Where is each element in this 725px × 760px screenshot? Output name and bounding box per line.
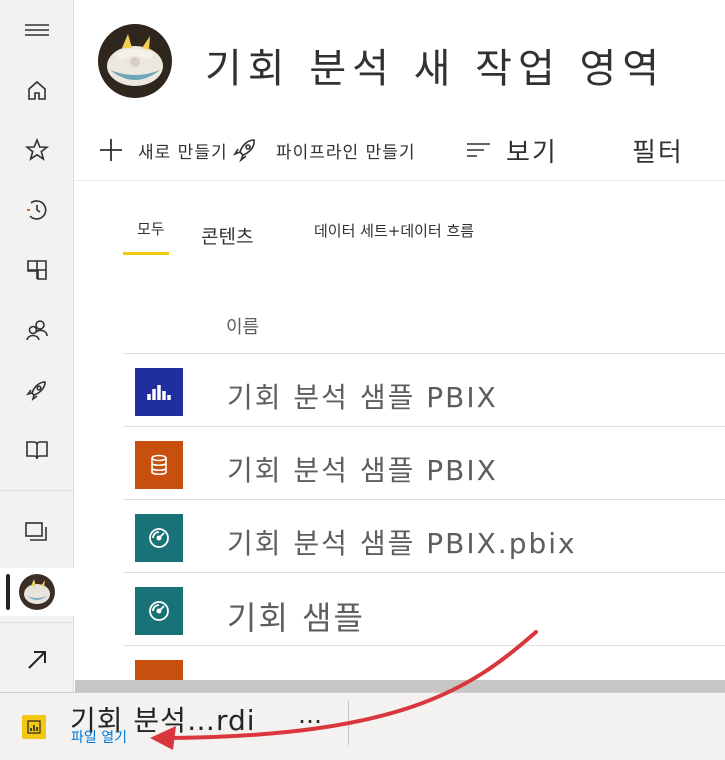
workspaces-icon[interactable] bbox=[0, 508, 74, 556]
create-pipeline-label: 파이프라인 만들기 bbox=[276, 142, 416, 163]
new-button-label: 새로 만들기 bbox=[138, 142, 228, 163]
deployment-rocket-icon[interactable] bbox=[0, 366, 74, 414]
more-options-button[interactable]: … bbox=[298, 701, 323, 729]
item-name[interactable]: 기회 분석 샘플 PBIX.pbix bbox=[227, 522, 577, 562]
item-name[interactable]: 기회 분석 샘플 PBIX bbox=[227, 376, 498, 416]
pbix-file-icon bbox=[22, 715, 46, 739]
list-item[interactable]: 기회 분석 샘플 PBIX bbox=[123, 426, 725, 499]
workspace-toolbar: 새로 만들기 파이프라인 만들기 보기 필터 bbox=[98, 130, 725, 174]
rail-divider bbox=[0, 490, 74, 491]
item-name[interactable]: 기회 분석 샘플 PBIX bbox=[227, 449, 498, 489]
dashboard-icon bbox=[135, 587, 183, 635]
column-header-name[interactable]: 이름 bbox=[226, 313, 259, 339]
apps-grid-icon[interactable] bbox=[0, 246, 74, 294]
list-item[interactable]: 기회 분석 샘플 PBIX bbox=[123, 353, 725, 426]
favorites-star-icon[interactable] bbox=[0, 126, 74, 174]
view-button[interactable]: 보기 bbox=[466, 130, 558, 170]
view-lines-icon bbox=[467, 143, 490, 157]
get-data-arrow-icon[interactable] bbox=[0, 636, 74, 684]
tab-datasets-dataflows[interactable]: 데이터 세트+데이터 흐름 bbox=[314, 220, 474, 241]
left-nav-rail bbox=[0, 0, 74, 692]
home-icon[interactable] bbox=[0, 66, 74, 114]
open-file-link[interactable]: 파일 열기 bbox=[71, 727, 127, 747]
learn-book-icon[interactable] bbox=[0, 426, 74, 474]
current-workspace-avatar[interactable] bbox=[0, 568, 74, 616]
dataset-icon bbox=[135, 660, 183, 680]
list-item[interactable]: 기회 샘플 bbox=[123, 572, 725, 645]
list-item[interactable] bbox=[123, 645, 725, 680]
download-bar-divider bbox=[348, 701, 349, 745]
tab-all[interactable]: 모두 bbox=[137, 218, 165, 239]
tab-all-underline bbox=[123, 252, 169, 255]
app-root: 기회 분석 새 작업 영역 새로 만들기 파이프라인 만들기 보기 필터 모두 … bbox=[0, 0, 725, 760]
rail-divider-2 bbox=[0, 622, 74, 623]
create-pipeline-button[interactable]: 파이프라인 만들기 bbox=[232, 130, 416, 170]
plus-icon bbox=[100, 139, 122, 161]
report-icon bbox=[135, 368, 183, 416]
workspace-avatar bbox=[98, 24, 172, 98]
tab-content[interactable]: 콘텐츠 bbox=[201, 222, 253, 249]
recent-clock-icon[interactable] bbox=[0, 186, 74, 234]
new-button[interactable]: 새로 만들기 bbox=[98, 130, 228, 170]
shared-people-icon[interactable] bbox=[0, 306, 74, 354]
workspace-avatar-small bbox=[19, 574, 55, 610]
toolbar-divider bbox=[75, 180, 725, 181]
menu-icon[interactable] bbox=[0, 6, 74, 54]
dataset-icon bbox=[135, 441, 183, 489]
active-indicator bbox=[6, 574, 10, 610]
view-label: 보기 bbox=[506, 137, 558, 168]
rocket-icon bbox=[233, 139, 255, 163]
list-item[interactable]: 기회 분석 샘플 PBIX.pbix bbox=[123, 499, 725, 572]
workspace-title: 기회 분석 새 작업 영역 bbox=[205, 46, 666, 92]
filter-button[interactable]: 필터 bbox=[632, 130, 684, 170]
filter-label: 필터 bbox=[632, 137, 684, 168]
download-bar: 기회 분석…rdi 파일 열기 … bbox=[0, 692, 725, 760]
horizontal-scrollbar[interactable] bbox=[75, 680, 725, 692]
dashboard-icon bbox=[135, 514, 183, 562]
item-name[interactable]: 기회 샘플 bbox=[227, 593, 365, 639]
